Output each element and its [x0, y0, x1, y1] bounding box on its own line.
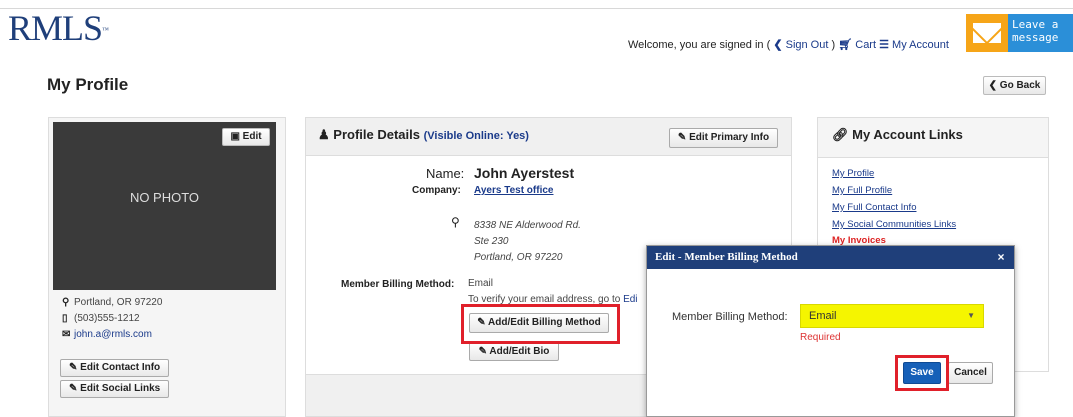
edit-social-label: Edit Social Links	[80, 383, 161, 394]
email-row: ✉ john.a@rmls.com	[62, 329, 152, 340]
billing-method-select[interactable]: Email ▼	[800, 304, 984, 328]
address-line-1: 8338 NE Alderwood Rd.	[474, 220, 581, 231]
top-divider	[0, 8, 1073, 9]
name-value: John Ayerstest	[474, 165, 575, 181]
billing-method-dialog	[646, 245, 1015, 417]
edit-contact-button[interactable]: ✎ Edit Contact Info	[60, 359, 169, 377]
my-account-link[interactable]: My Account	[892, 39, 949, 51]
address-line-3: Portland, OR 97220	[474, 252, 563, 263]
page-title: My Profile	[47, 75, 129, 94]
link-icon: 🔗︎	[832, 127, 853, 142]
billing-method-label: Member Billing Method:	[341, 279, 455, 290]
company-label: Company:	[412, 185, 461, 196]
profile-details-title: Profile Details	[333, 127, 420, 142]
edit-social-button[interactable]: ✎ Edit Social Links	[60, 380, 169, 398]
phone-text: (503)555-1212	[74, 313, 140, 324]
chevron-down-icon: ▼	[967, 311, 975, 320]
dialog-field-label: Member Billing Method:	[672, 311, 788, 323]
account-link-my-profile[interactable]: My Profile	[832, 168, 874, 179]
location-row: ⚲ Portland, OR 97220	[62, 297, 162, 308]
select-value: Email	[809, 310, 837, 322]
list-icon: ☰	[879, 39, 889, 51]
mail-icon: ✉	[62, 329, 71, 340]
add-bio-label: Add/Edit Bio	[489, 346, 550, 357]
verify-edit-link[interactable]: Edi	[623, 294, 637, 305]
company-link[interactable]: Ayers Test office	[474, 185, 553, 196]
pencil-icon: ✎	[69, 383, 81, 394]
account-link-social[interactable]: My Social Communities Links	[832, 219, 956, 230]
go-back-label: Go Back	[999, 80, 1041, 91]
name-label: Name:	[426, 166, 465, 181]
profile-details-heading: ♟ Profile Details (Visible Online: Yes)	[318, 127, 529, 143]
go-back-button[interactable]: ❮ Go Back	[983, 76, 1046, 95]
account-links-title: My Account Links	[852, 127, 963, 142]
leave-message-button[interactable]: Leave a message	[966, 14, 1073, 52]
billing-method-value: Email	[468, 278, 494, 289]
chevron-left-icon: ❮	[773, 39, 783, 51]
address-line-2: Ste 230	[474, 236, 509, 247]
edit-photo-button[interactable]: ▣ Edit	[222, 128, 270, 146]
rmls-logo[interactable]: RMLS™	[8, 10, 109, 46]
highlight-box-billing	[461, 304, 620, 344]
welcome-text: Welcome, you are signed in (	[628, 39, 771, 51]
cart-icon: 🛒︎	[838, 39, 853, 51]
account-link-full-profile[interactable]: My Full Profile	[832, 185, 892, 196]
no-photo-text: NO PHOTO	[129, 190, 200, 205]
add-edit-bio-button[interactable]: ✎ Add/Edit Bio	[469, 342, 559, 361]
leave-message-label: Leave a message	[1012, 18, 1059, 44]
cart-link[interactable]: Cart	[855, 39, 876, 51]
user-nav: Welcome, you are signed in ( ❮ Sign Out …	[628, 38, 949, 51]
map-pin-icon: ⚲	[62, 297, 70, 308]
edit-contact-label: Edit Contact Info	[80, 362, 161, 373]
location-text: Portland, OR 97220	[74, 297, 163, 308]
image-icon: ▣	[230, 131, 243, 142]
edit-primary-label: Edit Primary Info	[689, 132, 770, 143]
sign-out-link[interactable]: Sign Out	[786, 39, 829, 51]
chevron-left-icon: ❮	[988, 80, 1000, 91]
account-link-full-contact[interactable]: My Full Contact Info	[832, 202, 916, 213]
phone-row: ▯ (503)555-1212	[62, 313, 140, 324]
dialog-title: Edit - Member Billing Method	[647, 246, 1014, 269]
logo-text: RMLS	[8, 8, 103, 48]
email-link[interactable]: john.a@rmls.com	[74, 329, 152, 340]
required-text: Required	[800, 332, 841, 343]
cancel-button[interactable]: Cancel	[948, 362, 993, 384]
profile-photo	[53, 122, 276, 290]
phone-icon: ▯	[62, 313, 68, 324]
logo-mark: ™	[102, 26, 109, 34]
edit-primary-info-button[interactable]: ✎ Edit Primary Info	[669, 128, 778, 148]
pencil-icon: ✎	[478, 346, 490, 357]
envelope-icon	[966, 14, 1008, 52]
account-links-heading: 🔗︎ My Account Links	[832, 127, 963, 143]
close-paren: )	[828, 39, 836, 51]
pencil-icon: ✎	[677, 132, 690, 143]
close-icon[interactable]: ×	[992, 246, 1010, 269]
pencil-icon: ✎	[69, 362, 81, 373]
map-pin-icon: ⚲	[451, 215, 460, 229]
edit-photo-label: Edit	[242, 131, 262, 142]
user-icon: ♟	[318, 127, 334, 142]
visible-online-link[interactable]: (Visible Online: Yes)	[424, 130, 529, 142]
highlight-box-save	[895, 355, 949, 391]
